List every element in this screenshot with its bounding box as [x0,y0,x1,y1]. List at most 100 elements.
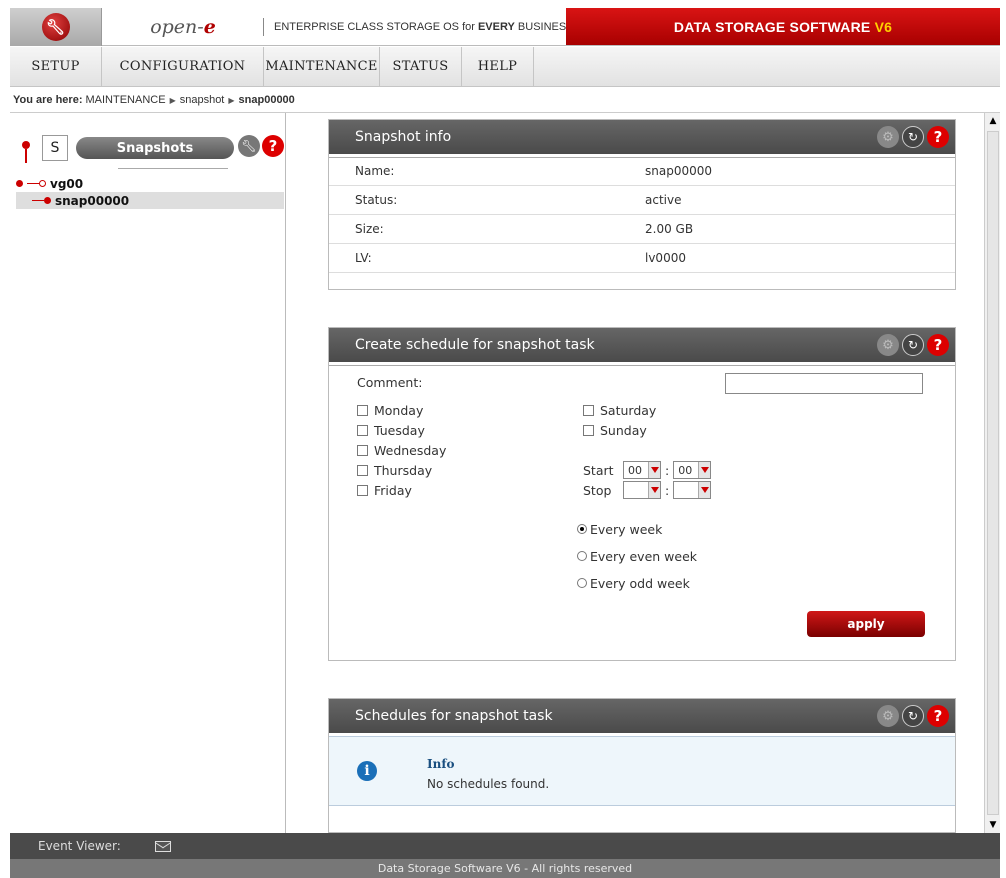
checkbox-icon[interactable] [583,404,594,416]
apply-button[interactable]: apply [807,611,925,637]
checkbox-saturday[interactable]: Saturday [583,400,656,420]
panel-header: Schedules for snapshot task ⚙ ↻ ? [329,699,955,736]
left-panel-header: S Snapshots 🔧︎ ? [16,133,284,165]
info-row: Status: active [329,186,955,215]
brand-logo-text: open-e [102,8,264,45]
radio-icon[interactable] [577,551,587,561]
product-title: DATA STORAGE SOFTWARE V6 [566,8,1000,45]
nav-setup[interactable]: SETUP [10,47,102,86]
tree-item-label: snap00000 [55,193,130,208]
start-time-row: Start 00 : 00 [583,460,712,480]
checkbox-icon[interactable] [583,424,594,436]
nav-maintenance[interactable]: MAINTENANCE [264,47,380,86]
dropdown-arrow-icon [698,462,711,478]
info-row: Size: 2.00 GB [329,215,955,244]
checkbox-icon[interactable] [357,444,368,456]
breadcrumb-current: snap00000 [238,94,295,106]
refresh-icon[interactable]: ↻ [902,126,924,148]
top-strip [0,0,1006,8]
checkbox-icon[interactable] [357,404,368,416]
header: 🔧︎ open-e ENTERPRISE CLASS STORAGE OS fo… [10,8,1000,46]
wrench-icon[interactable]: 🔧︎ [238,135,260,157]
comment-field[interactable] [725,373,923,394]
checkbox-monday[interactable]: Monday [357,400,423,420]
stop-minute-select[interactable] [673,481,712,499]
help-icon[interactable]: ? [927,334,949,356]
node-icon [44,197,51,204]
main-nav: SETUP CONFIGURATION MAINTENANCE STATUS H… [10,47,1000,87]
info-title: Info [427,757,455,771]
help-icon[interactable]: ? [262,135,284,157]
info-text: No schedules found. [427,777,550,791]
tree-item-snap00000[interactable]: snap00000 [16,192,284,209]
dropdown-arrow-icon [698,482,711,498]
info-icon: i [357,761,377,781]
snapshot-info-panel: Snapshot info ⚙ ↻ ? Name: snap00000 Statu… [328,119,956,290]
checkbox-icon[interactable] [357,484,368,496]
create-schedule-panel: Create schedule for snapshot task ⚙ ↻ ? … [328,327,956,661]
checkbox-wednesday[interactable]: Wednesday [357,440,446,460]
checkbox-thursday[interactable]: Thursday [357,460,432,480]
breadcrumb-item[interactable]: MAINTENANCE [86,94,166,106]
radio-every-even-week[interactable]: Every even week [577,546,697,566]
breadcrumb-item[interactable]: snapshot [180,94,225,106]
info-row: LV: lv0000 [329,244,955,273]
stop-hour-select[interactable] [623,481,661,499]
schedule-form: Comment: Monday Tuesday Wednesday Thursd… [329,365,955,655]
comment-label: Comment: [357,375,423,390]
envelope-icon[interactable] [154,840,171,852]
left-panel: S Snapshots 🔧︎ ? vg00 snap00000 [10,113,286,833]
s-button[interactable]: S [42,135,68,161]
gear-icon[interactable]: ⚙ [877,334,899,356]
tree-connector [32,200,44,201]
wrench-logo-icon: 🔧︎ [41,13,70,41]
nav-status[interactable]: STATUS [380,47,462,86]
pin-icon [22,141,30,163]
scroll-up-icon[interactable]: ▲ [985,113,1001,129]
start-hour-select[interactable]: 00 [623,461,661,479]
refresh-icon[interactable]: ↻ [902,705,924,727]
help-icon[interactable]: ? [927,126,949,148]
scroll-thumb[interactable] [987,131,999,815]
info-row: Name: snap00000 [329,157,955,186]
gear-icon[interactable]: ⚙ [877,126,899,148]
refresh-icon[interactable]: ↻ [902,334,924,356]
logo: 🔧︎ [10,8,102,46]
panel-header: Snapshot info ⚙ ↻ ? [329,120,955,157]
start-label: Start [583,462,614,478]
gear-icon[interactable]: ⚙ [877,705,899,727]
radio-selected-icon[interactable] [577,524,587,534]
start-minute-select[interactable]: 00 [673,461,712,479]
help-icon[interactable]: ? [927,705,949,727]
dropdown-arrow-icon [648,462,660,478]
tree-item-vg00[interactable]: vg00 [16,175,284,192]
panel-title: Schedules for snapshot task [355,708,553,724]
breadcrumb: You are here: MAINTENANCE ▶ snapshot ▶ s… [10,88,1000,112]
radio-icon[interactable] [577,578,587,588]
checkbox-icon[interactable] [357,424,368,436]
divider [118,168,228,169]
event-viewer-label: Event Viewer: [38,839,121,853]
checkbox-tuesday[interactable]: Tuesday [357,420,425,440]
node-open-icon [39,180,46,187]
vertical-scrollbar[interactable]: ▲ ▼ [984,113,1000,833]
tab-snapshots[interactable]: Snapshots [76,137,234,159]
breadcrumb-separator-icon: ▶ [228,95,235,105]
tree-item-label: vg00 [50,176,84,191]
schedules-list-panel: Schedules for snapshot task ⚙ ↻ ? i Info… [328,698,956,833]
snapshot-tree: vg00 snap00000 [16,175,284,209]
checkbox-icon[interactable] [357,464,368,476]
checkbox-sunday[interactable]: Sunday [583,420,647,440]
checkbox-friday[interactable]: Friday [357,480,412,500]
radio-every-odd-week[interactable]: Every odd week [577,573,690,593]
panel-header: Create schedule for snapshot task ⚙ ↻ ? [329,328,955,365]
nav-configuration[interactable]: CONFIGURATION [102,47,264,86]
copyright-text: Data Storage Software V6 - All rights re… [377,862,633,875]
radio-every-week[interactable]: Every week [577,519,662,539]
scroll-down-icon[interactable]: ▼ [985,817,1001,833]
stop-label: Stop [583,482,612,498]
breadcrumb-separator-icon: ▶ [169,95,176,105]
nav-help[interactable]: HELP [462,47,534,86]
main-content: Snapshot info ⚙ ↻ ? Name: snap00000 Statu… [286,113,984,833]
info-message: i Info No schedules found. [329,736,955,806]
